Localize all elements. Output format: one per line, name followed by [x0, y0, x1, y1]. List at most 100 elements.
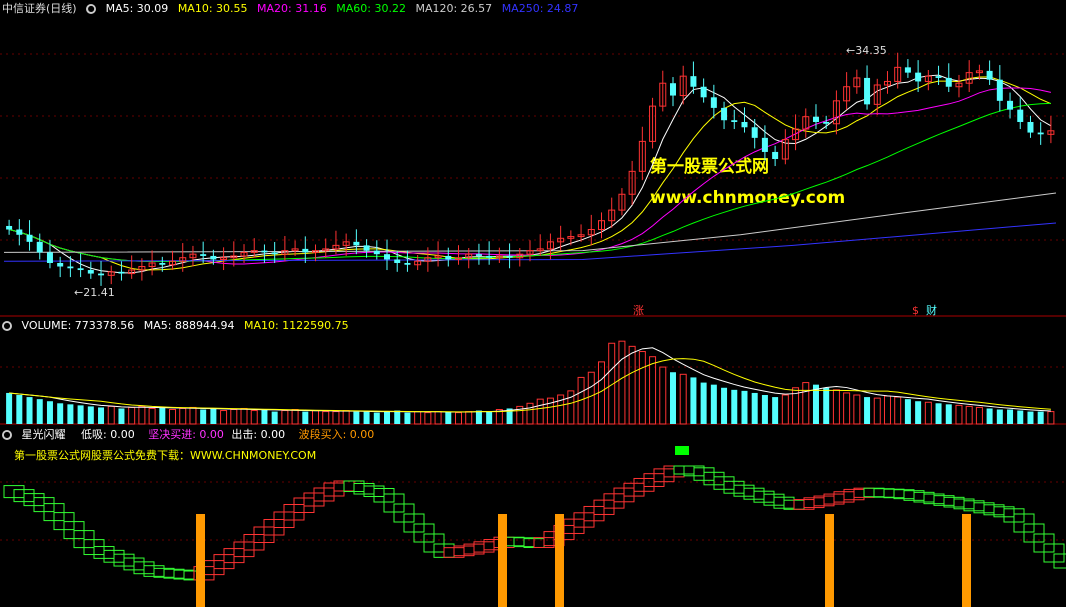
- candle-body: [118, 271, 125, 274]
- candle-body: [669, 83, 676, 96]
- volume-bar: [414, 411, 422, 425]
- volume-bar: [271, 411, 278, 424]
- volume-bar: [975, 406, 983, 425]
- high-price-label: ←34.35: [846, 44, 887, 57]
- volume-bar: [159, 407, 166, 424]
- volume-bar: [781, 394, 789, 425]
- volume-bar: [87, 406, 94, 424]
- volume-bar: [46, 401, 53, 424]
- volume-bar: [210, 408, 217, 424]
- volume-bar: [77, 405, 84, 424]
- candle-body: [445, 255, 452, 260]
- candle-body: [384, 254, 391, 260]
- volume-bars: [6, 340, 1055, 425]
- volume-bar: [536, 398, 544, 425]
- volume-bar: [669, 372, 676, 424]
- marker-zhang: 涨: [633, 304, 644, 317]
- candle-body: [57, 262, 64, 267]
- candle-body: [731, 120, 738, 122]
- candle-body: [904, 67, 911, 73]
- volume-bar: [1047, 411, 1055, 425]
- volume-bar: [16, 395, 23, 424]
- volume-bar: [986, 408, 993, 424]
- candle-body: [690, 76, 697, 87]
- volume-bar: [363, 411, 370, 424]
- volume-bar: [659, 366, 667, 425]
- candle-body: [1007, 100, 1014, 110]
- volume-bar: [394, 410, 401, 424]
- volume-bar: [915, 401, 922, 424]
- volume-bar: [128, 406, 136, 425]
- signal-bar: [962, 514, 971, 607]
- volume-bar: [200, 409, 207, 424]
- candle-body: [373, 250, 380, 255]
- volume-bar: [935, 403, 942, 424]
- volume-bar: [996, 409, 1003, 424]
- volume-bar: [373, 412, 380, 424]
- volume-bar: [291, 409, 299, 425]
- signal-bar: [196, 514, 205, 607]
- candle-body: [87, 270, 94, 274]
- candle-body: [363, 245, 370, 251]
- signal-bar: [498, 514, 507, 607]
- candle-body: [261, 250, 268, 253]
- signal-marker: [675, 446, 689, 455]
- volume-bar: [404, 412, 411, 424]
- volume-bar: [690, 377, 697, 424]
- volume-bar: [1027, 411, 1034, 424]
- volume-bar: [894, 396, 902, 425]
- candle-body: [996, 79, 1003, 101]
- volume-bar: [741, 390, 748, 424]
- candle-body: [210, 255, 217, 260]
- volume-bar: [384, 411, 391, 424]
- volume-bar: [138, 405, 146, 425]
- volume-bar: [965, 405, 973, 425]
- volume-bar: [455, 412, 463, 425]
- candle-body: [1037, 132, 1044, 135]
- candle-body: [864, 77, 871, 105]
- candle-body: [761, 137, 768, 152]
- ma-line: [8, 102, 1051, 263]
- volume-bar: [57, 403, 64, 424]
- candle-body: [394, 259, 401, 263]
- price-annotations: ←21.41 ←34.35 涨 $ 财: [74, 44, 937, 317]
- candle-body: [823, 121, 830, 124]
- volume-bar: [118, 408, 125, 424]
- candlesticks: [6, 52, 1055, 286]
- volume-bar: [342, 410, 350, 425]
- candle-body: [67, 266, 74, 269]
- volume-bar: [710, 384, 717, 424]
- candle-body: [36, 241, 43, 253]
- candle-body: [404, 262, 411, 265]
- volume-bar: [873, 397, 881, 425]
- candle-body: [353, 241, 360, 246]
- candle-body: [1017, 109, 1024, 122]
- volume-bar: [486, 411, 493, 424]
- signal-bar: [825, 514, 834, 607]
- volume-bar: [1007, 409, 1014, 424]
- volume-bar: [220, 410, 228, 425]
- volume-bar: [883, 395, 891, 425]
- marker-cai: 财: [926, 303, 937, 317]
- candle-body: [945, 77, 952, 87]
- candle-body: [159, 262, 166, 265]
- candle-body: [200, 254, 207, 256]
- candle-body: [16, 229, 23, 235]
- indicator-plot: [3, 446, 1066, 607]
- chart-canvas[interactable]: ←21.41 ←34.35 涨 $ 财: [0, 0, 1066, 607]
- volume-bar: [465, 411, 473, 425]
- volume-bar: [332, 411, 340, 425]
- candle-body: [506, 255, 513, 258]
- candle-body: [741, 121, 748, 128]
- candle-body: [772, 151, 779, 159]
- volume-bar: [618, 340, 626, 425]
- volume-bar: [302, 411, 309, 424]
- volume-bar: [67, 404, 74, 424]
- volume-bar: [148, 407, 156, 425]
- volume-bar: [169, 409, 177, 425]
- volume-bar: [587, 371, 595, 425]
- volume-bar: [526, 402, 534, 425]
- volume-bar: [107, 405, 115, 425]
- candle-body: [751, 127, 758, 138]
- volume-bar: [945, 404, 952, 424]
